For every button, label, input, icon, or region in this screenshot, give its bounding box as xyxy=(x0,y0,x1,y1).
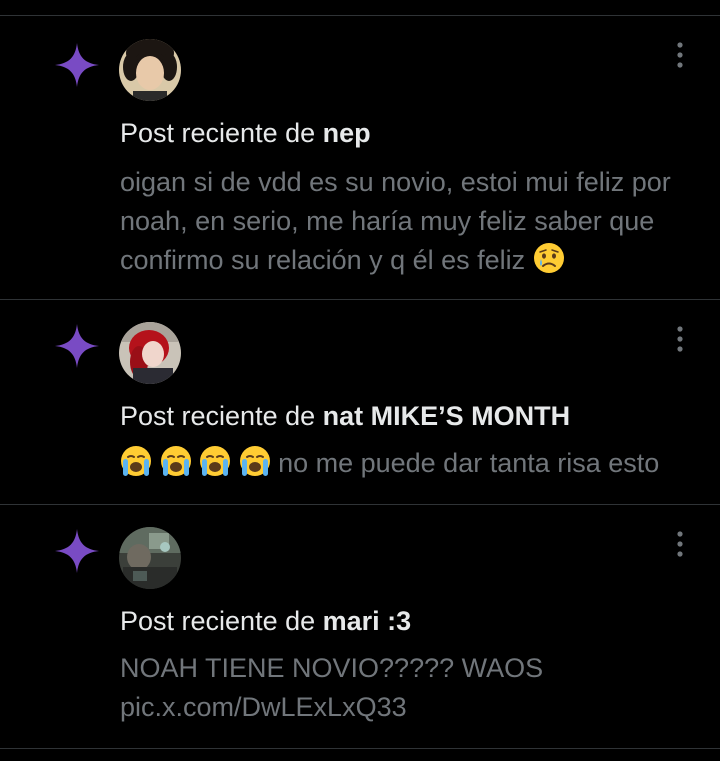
user-avatar[interactable] xyxy=(119,39,181,101)
post-text[interactable]: oigan si de vdd es su novio, estoi mui f… xyxy=(120,163,705,280)
loudly-crying-face-emoji xyxy=(160,446,191,476)
loudly-crying-face-emoji xyxy=(121,446,151,476)
username-link[interactable]: mari :3 xyxy=(323,606,412,636)
notification-item[interactable]: Post reciente de mari :3 NOAH TIENE NOVI… xyxy=(0,505,720,749)
notification-title: Post reciente de nat MIKE’S MONTH xyxy=(120,400,570,432)
notification-title: Post reciente de nep xyxy=(120,117,371,149)
post-text[interactable]: NOAH TIENE NOVIO????? WAOS pic.x.com/DwL… xyxy=(120,649,705,727)
title-prefix: Post reciente de xyxy=(120,606,323,636)
sparkle-icon xyxy=(55,529,99,573)
crying-face-emoji xyxy=(533,243,564,273)
notification-item[interactable]: Post reciente de nat MIKE’S MONTH no me … xyxy=(0,300,720,505)
username-link[interactable]: nat MIKE’S MONTH xyxy=(323,401,571,431)
sparkle-icon xyxy=(55,324,99,368)
loudly-crying-face-emoji xyxy=(200,446,231,476)
user-avatar[interactable] xyxy=(119,322,181,384)
sparkle-icon xyxy=(55,43,99,87)
username-link[interactable]: nep xyxy=(323,118,371,148)
post-text-content: oigan si de vdd es su novio, estoi mui f… xyxy=(120,167,671,275)
more-options-icon[interactable] xyxy=(670,40,690,70)
media-link[interactable]: pic.x.com/DwLExLxQ33 xyxy=(120,688,705,727)
notification-title: Post reciente de mari :3 xyxy=(120,605,411,637)
more-options-icon[interactable] xyxy=(670,529,690,559)
post-text[interactable]: no me puede dar tanta risa esto xyxy=(120,444,705,483)
loudly-crying-face-emoji xyxy=(239,446,270,476)
user-avatar[interactable] xyxy=(119,527,181,589)
post-text-content: no me puede dar tanta risa esto xyxy=(278,448,660,478)
post-text-content: NOAH TIENE NOVIO????? WAOS xyxy=(120,653,544,683)
title-prefix: Post reciente de xyxy=(120,118,323,148)
title-prefix: Post reciente de xyxy=(120,401,323,431)
notification-item[interactable]: Post reciente de nep oigan si de vdd es … xyxy=(0,16,720,300)
more-options-icon[interactable] xyxy=(670,324,690,354)
